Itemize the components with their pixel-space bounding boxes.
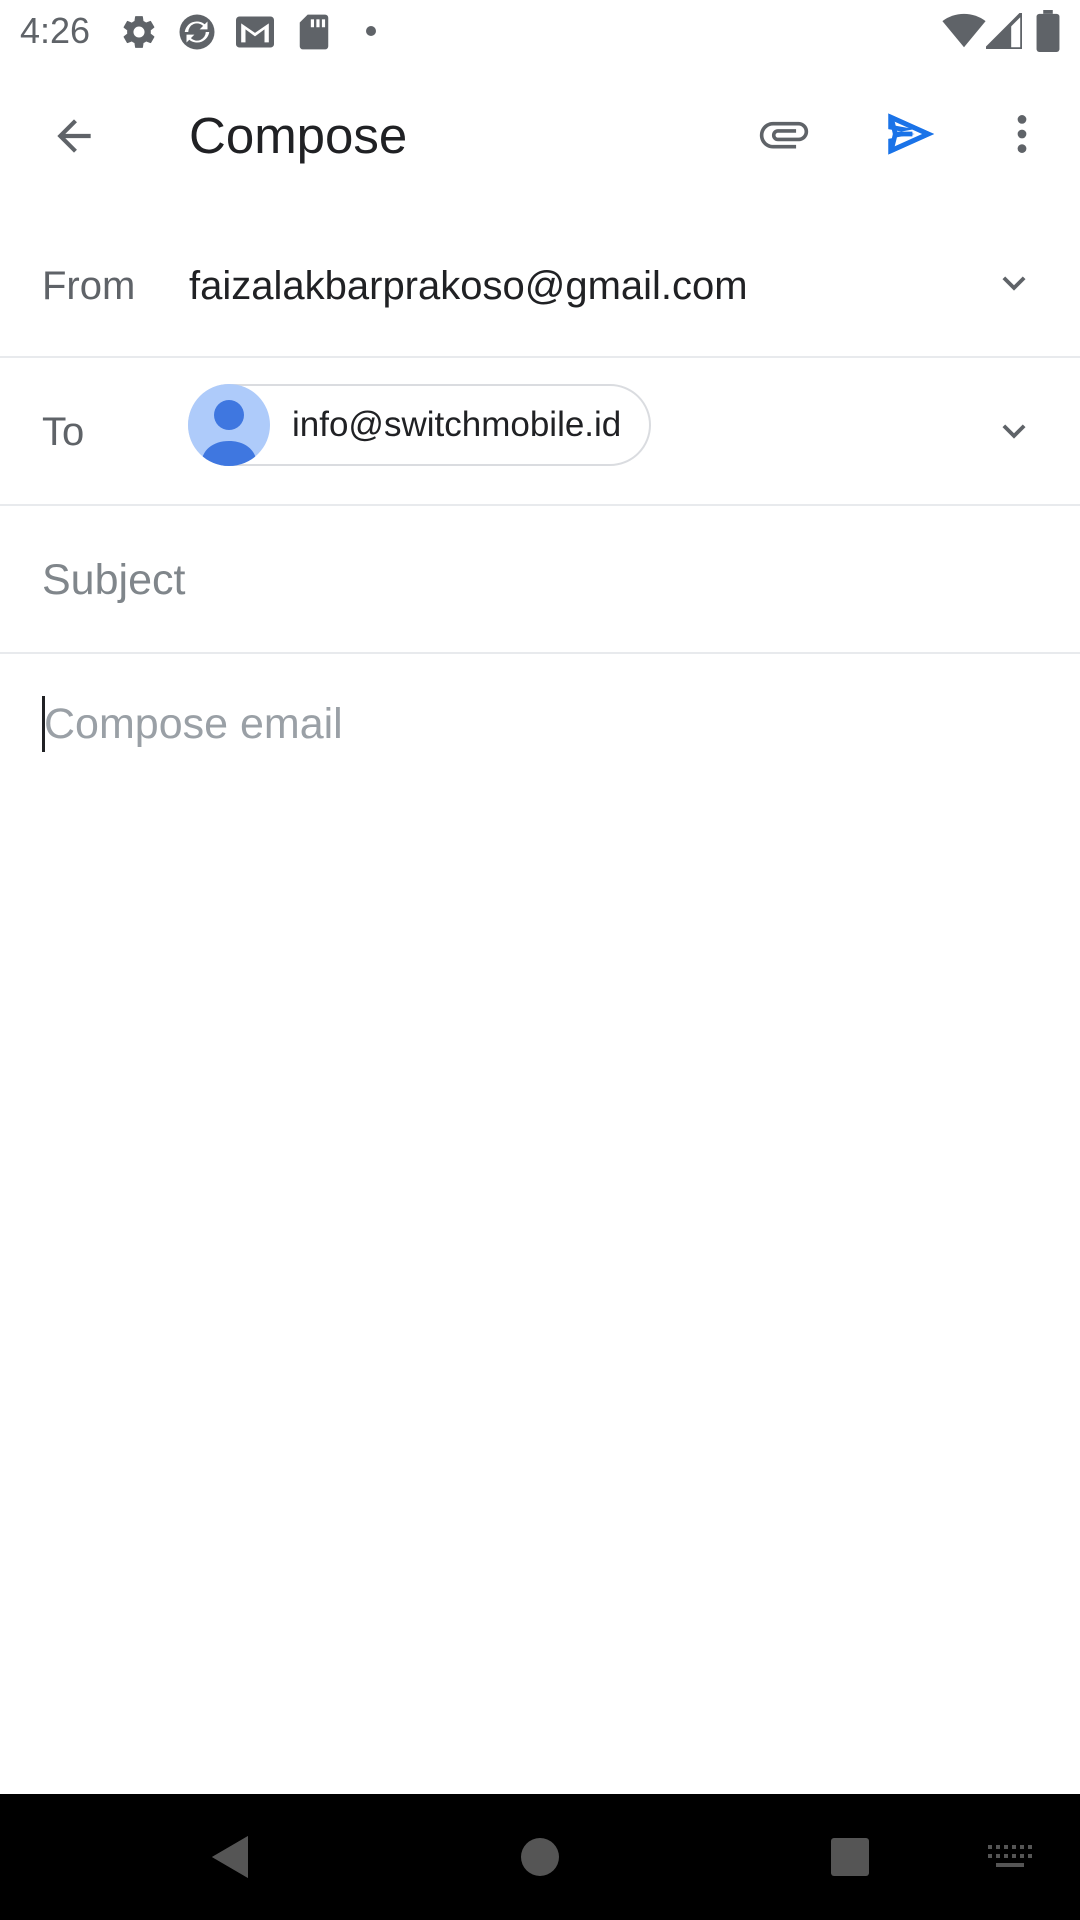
home-circle-icon <box>521 1838 559 1876</box>
app-bar: Compose <box>0 62 1080 210</box>
compose-screen: 4:26 Compose From faizalakbarprakoso@gma… <box>0 0 1080 1920</box>
notification-dot-icon <box>366 26 376 36</box>
back-button[interactable] <box>38 100 110 172</box>
attach-button[interactable] <box>748 98 820 170</box>
arrow-back-icon <box>57 119 91 153</box>
from-row[interactable]: From faizalakbarprakoso@gmail.com <box>0 210 1080 358</box>
to-expand-button[interactable] <box>986 403 1042 459</box>
page-title: Compose <box>189 107 408 164</box>
person-icon <box>201 400 257 466</box>
nav-keyboard-button[interactable] <box>980 1827 1040 1887</box>
paperclip-icon <box>759 121 809 149</box>
from-expand-button[interactable] <box>986 255 1042 311</box>
send-icon <box>888 113 935 155</box>
chevron-down-icon <box>1002 276 1026 291</box>
gmail-icon <box>236 16 274 48</box>
body-placeholder: Compose email <box>44 700 343 748</box>
more-vertical-icon <box>1017 115 1027 153</box>
sync-icon <box>179 14 215 50</box>
back-triangle-icon <box>212 1836 248 1878</box>
nav-recents-button[interactable] <box>810 1817 890 1897</box>
recents-square-icon <box>831 1838 869 1876</box>
sd-card-icon <box>299 14 329 50</box>
nav-home-button[interactable] <box>500 1817 580 1897</box>
status-bar: 4:26 <box>0 0 1080 62</box>
navigation-bar <box>0 1794 1080 1920</box>
more-options-button[interactable] <box>986 98 1058 170</box>
wifi-icon <box>942 13 986 48</box>
battery-icon <box>1036 10 1060 52</box>
to-label: To <box>42 410 85 454</box>
body-input[interactable]: Compose email <box>0 656 1080 1792</box>
send-button[interactable] <box>874 98 946 170</box>
from-label: From <box>42 264 136 308</box>
chevron-down-icon <box>1002 424 1026 439</box>
avatar <box>188 384 270 466</box>
from-account[interactable]: faizalakbarprakoso@gmail.com <box>189 262 748 310</box>
recipient-email: info@switchmobile.id <box>292 405 622 444</box>
keyboard-icon <box>988 1845 1032 1867</box>
to-row[interactable]: To info@switchmobile.id <box>0 358 1080 506</box>
settings-icon <box>123 16 155 48</box>
status-time: 4:26 <box>20 10 91 51</box>
subject-input[interactable]: Subject <box>42 554 185 606</box>
cellular-signal-icon <box>986 13 1022 49</box>
nav-back-button[interactable] <box>190 1817 270 1897</box>
recipient-chip[interactable]: info@switchmobile.id <box>188 384 652 466</box>
